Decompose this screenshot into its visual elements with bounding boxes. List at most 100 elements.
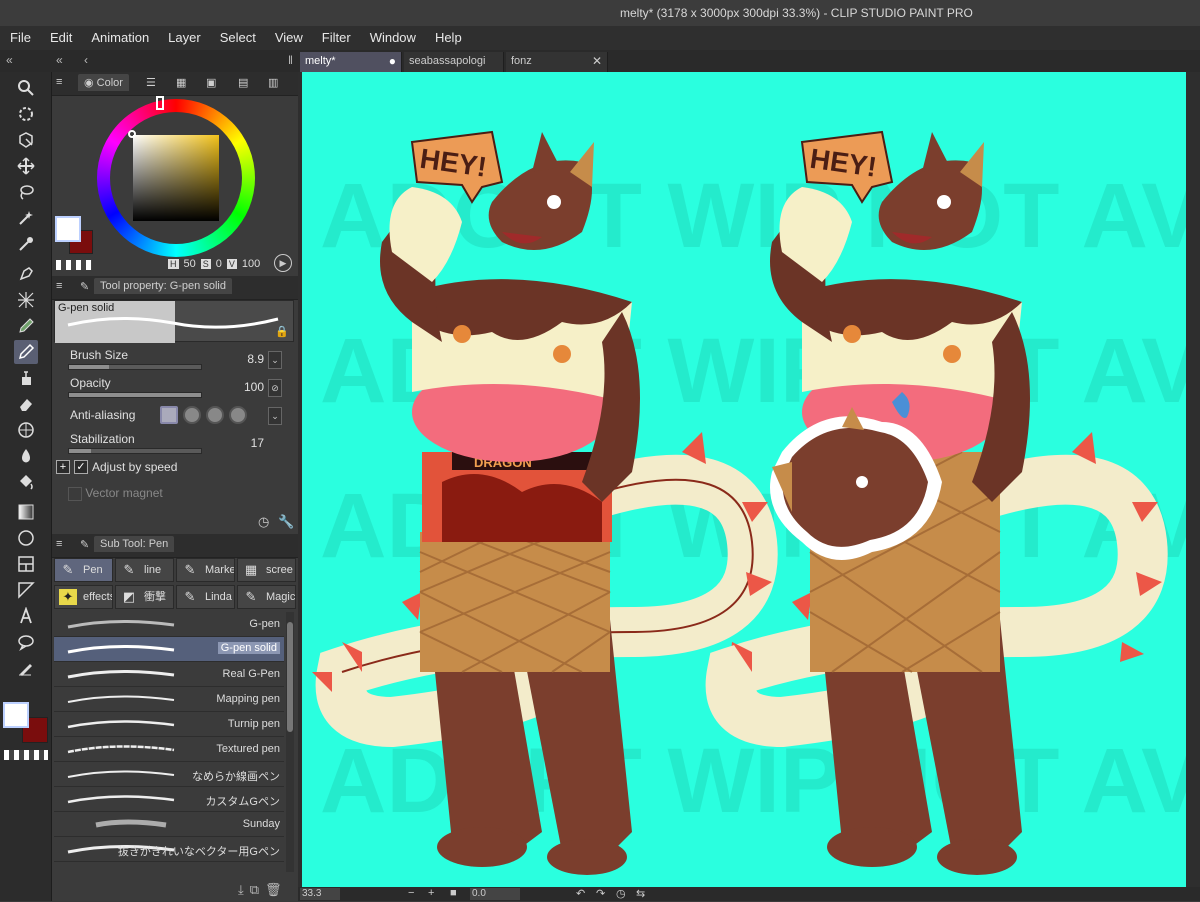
group-effects[interactable]: ✦ effects (54, 585, 113, 609)
canvas-viewport[interactable]: ADOPT WIP NOT AVAILABLE YET ADOPT WIP NO… (298, 72, 1200, 887)
airbrush-icon[interactable] (14, 366, 38, 390)
brush-preview[interactable]: G-pen solid 🔒 (54, 300, 294, 343)
close-icon[interactable]: ✕ (592, 54, 602, 68)
doc-tab-seabassapologi[interactable]: seabassapologi (404, 52, 504, 72)
doc-tab-melty[interactable]: melty* ● (300, 52, 402, 72)
fit-icon[interactable]: ■ (450, 887, 457, 899)
magic-wand-icon[interactable] (14, 206, 38, 230)
group-marker[interactable]: ✎ Marke (176, 558, 235, 582)
menu-filter[interactable]: Filter (312, 26, 360, 50)
fill-bucket-icon[interactable] (14, 470, 38, 494)
ruler-icon[interactable] (14, 578, 38, 602)
balloon-icon[interactable] (14, 630, 38, 654)
stabilization-value[interactable]: 17 (251, 436, 264, 450)
tab-color-wheel[interactable]: ◉ Color (78, 74, 129, 91)
panel-menu-icon[interactable]: ≡ (56, 76, 62, 88)
stabilization-slider[interactable] (68, 448, 202, 454)
menu-window[interactable]: Window (360, 26, 425, 50)
tab-color-slider[interactable]: ☰ (146, 76, 156, 89)
pen-nib-icon[interactable] (14, 262, 38, 286)
object-select-icon[interactable] (14, 128, 38, 152)
menu-layer[interactable]: Layer (158, 26, 210, 50)
wrench-settings-icon[interactable]: 🔧 (278, 514, 294, 530)
menu-view[interactable]: View (265, 26, 312, 50)
flip-icon[interactable]: ⇆ (636, 887, 645, 900)
brush-item-custom-g-pen[interactable]: カスタムGペン (54, 787, 284, 812)
brush-item-smooth-lineart-pen[interactable]: なめらか線画ペン (54, 762, 284, 787)
panel-menu-icon[interactable]: ≡ (56, 280, 62, 292)
sub-tool-detail-icon[interactable]: ◷ (258, 514, 269, 530)
artboard[interactable]: ADOPT WIP NOT AVAILABLE YET ADOPT WIP NO… (302, 72, 1186, 887)
menu-select[interactable]: Select (210, 26, 265, 50)
brush-item-vector-g-pen[interactable]: 抜きがきれいなベクター用Gペン (54, 837, 284, 862)
zoom-in-icon[interactable]: + (428, 887, 434, 899)
brush-item-sunday[interactable]: Sunday (54, 812, 284, 837)
hue-marker[interactable] (156, 96, 164, 110)
import-icon[interactable]: ⤓ (238, 882, 244, 898)
panel-menu-icon[interactable]: ≡ (56, 538, 62, 550)
menu-animation[interactable]: Animation (81, 26, 158, 50)
group-line[interactable]: ✎ line (115, 558, 174, 582)
opacity-row[interactable]: Opacity 100 ⊘ (68, 376, 282, 402)
panel-transparent-swatch[interactable] (56, 260, 92, 270)
brush-item-textured-pen[interactable]: Textured pen (54, 737, 284, 762)
collapse-left-icon[interactable]: « (6, 53, 13, 67)
panel-main-color-swatch[interactable] (55, 216, 81, 242)
reset-rotation-icon[interactable]: ◷ (616, 887, 626, 900)
lasso-icon[interactable] (14, 180, 38, 204)
decoration-icon[interactable] (14, 288, 38, 312)
vector-magnet-checkbox[interactable] (68, 486, 82, 501)
opacity-slider[interactable] (68, 392, 202, 398)
aa-strong-option[interactable] (229, 406, 247, 424)
blend-icon[interactable] (14, 418, 38, 442)
aa-weak-option[interactable] (183, 406, 201, 424)
eyedropper-icon[interactable] (14, 232, 38, 256)
eraser-icon[interactable] (14, 392, 38, 416)
frame-border-icon[interactable] (14, 552, 38, 576)
group-screen[interactable]: ▦ scree (237, 558, 296, 582)
chevron-left-icon[interactable]: ‹ (84, 53, 88, 67)
group-magic[interactable]: ✎ Magic (237, 585, 296, 609)
tab-color-set[interactable]: ▦ (176, 76, 186, 89)
unsaved-dot-icon[interactable]: ● (389, 54, 396, 68)
stabilization-row[interactable]: Stabilization 17 (68, 432, 282, 458)
collapse-panels-icon[interactable]: « (56, 53, 63, 67)
pen-tool-icon[interactable] (14, 340, 38, 364)
brush-item-g-pen[interactable]: G-pen (54, 612, 284, 637)
trash-icon[interactable]: 🗑 (265, 882, 282, 898)
shape-circle-icon[interactable] (14, 526, 38, 550)
brush-size-dynamics-button[interactable]: ⌄ (268, 351, 282, 369)
brush-list-scrollbar[interactable] (286, 612, 294, 872)
aa-medium-option[interactable] (206, 406, 224, 424)
brush-size-value[interactable]: 8.9 (247, 352, 264, 366)
group-linda[interactable]: ✎ Linda (176, 585, 235, 609)
aa-none-option[interactable] (160, 406, 178, 424)
brush-item-real-g-pen[interactable]: Real G-Pen (54, 662, 284, 687)
opacity-dynamics-button[interactable]: ⊘ (268, 379, 282, 397)
rotate-right-icon[interactable]: ↷ (596, 887, 605, 900)
saturation-value-square[interactable] (133, 135, 219, 221)
brush-size-row[interactable]: Brush Size 8.9 ⌄ (68, 348, 282, 374)
group-impact[interactable]: ◩ 衝撃 (115, 585, 174, 609)
brush-item-turnip-pen[interactable]: Turnip pen (54, 712, 284, 737)
panel-grip-icon[interactable]: ‖ (288, 53, 293, 67)
rotate-icon[interactable] (14, 102, 38, 126)
opacity-value[interactable]: 100 (244, 380, 264, 394)
adjust-by-speed-checkbox[interactable]: ✓ (74, 460, 88, 474)
menu-help[interactable]: Help (425, 26, 471, 50)
color-picker-cursor[interactable] (128, 130, 136, 138)
doc-tab-fonz[interactable]: fonz ✕ (506, 52, 608, 72)
move-icon[interactable] (14, 154, 38, 178)
aa-expand-button[interactable]: ⌄ (268, 407, 282, 425)
expand-plus-icon[interactable]: + (56, 460, 70, 474)
correct-line-icon[interactable] (14, 656, 38, 680)
group-pen[interactable]: ✎ Pen (54, 558, 113, 582)
tab-intermediate-color[interactable]: ▣ (206, 76, 216, 89)
transparent-color-swatch[interactable] (4, 750, 48, 760)
menu-edit[interactable]: Edit (40, 26, 81, 50)
duplicate-icon[interactable]: ⧉ (250, 882, 259, 898)
zoom-out-icon[interactable]: − (408, 887, 414, 899)
text-icon[interactable] (14, 604, 38, 628)
zoom-icon[interactable] (14, 76, 38, 100)
pencil-icon[interactable] (14, 314, 38, 338)
